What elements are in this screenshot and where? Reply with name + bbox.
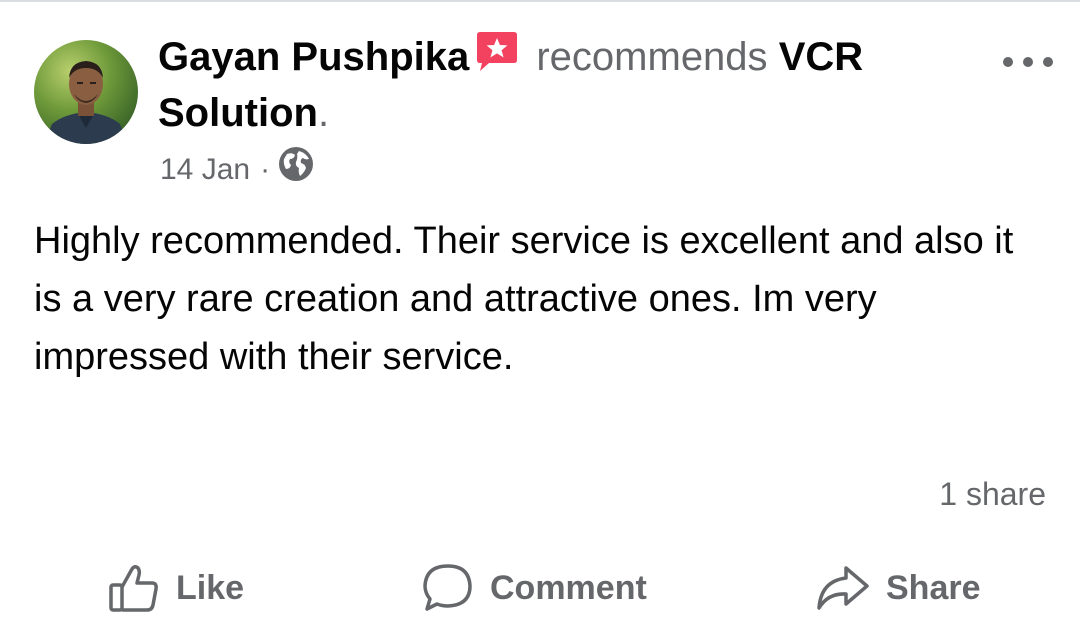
avatar[interactable] xyxy=(34,40,138,144)
globe-icon xyxy=(278,146,314,193)
share-button[interactable]: Share xyxy=(816,548,981,628)
comment-button[interactable]: Comment xyxy=(422,548,647,628)
like-button[interactable]: Like xyxy=(108,548,244,628)
share-label: Share xyxy=(886,568,981,607)
top-divider xyxy=(0,0,1080,2)
page-name-period: . xyxy=(317,91,330,135)
post-body-text: Highly recommended. Their service is exc… xyxy=(34,220,1014,378)
share-arrow-icon xyxy=(816,564,870,612)
more-dots-icon xyxy=(1003,57,1053,67)
recommends-text: recommends xyxy=(536,35,768,79)
author-name[interactable]: Gayan Pushpika xyxy=(158,35,469,79)
thumbs-up-icon xyxy=(108,563,160,613)
more-options-button[interactable] xyxy=(1000,52,1056,72)
like-label: Like xyxy=(176,568,245,607)
post-action-bar: Like Comment Share xyxy=(0,548,1080,628)
post-meta: 14 Jan · xyxy=(160,146,314,193)
post-date[interactable]: 14 Jan xyxy=(160,150,250,190)
comment-bubble-icon xyxy=(422,563,474,613)
post-header: Gayan Pushpika recommends VCR Solution. xyxy=(158,30,958,140)
meta-separator: · xyxy=(260,152,271,186)
comment-label: Comment xyxy=(490,568,647,607)
share-count[interactable]: 1 share xyxy=(939,472,1046,516)
recommendation-badge-icon xyxy=(475,32,519,86)
